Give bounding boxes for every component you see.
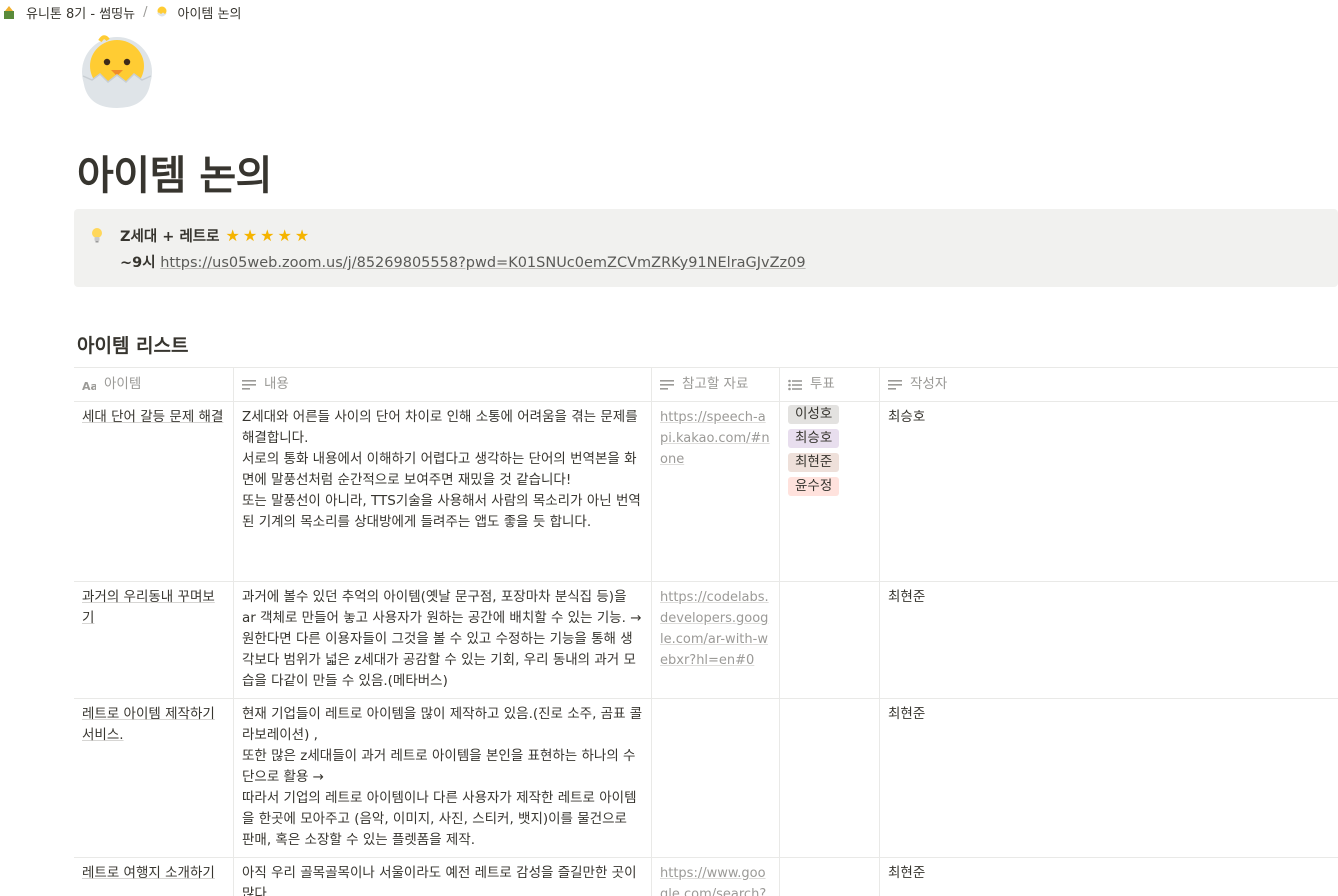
content-cell[interactable]: 아직 우리 골목골목이나 서울이라도 예전 레트로 감성을 즐길만한 곳이 많다…: [234, 858, 652, 896]
content-paragraph: 서로의 통화 내용에서 이해하기 어렵다고 생각하는 단어의 번역본을 화면에 …: [242, 451, 637, 488]
light-bulb-icon: [92, 228, 102, 243]
rating-stars: ★ ★ ★ ★ ★: [225, 225, 310, 245]
page-title[interactable]: 아이템 논의: [77, 143, 272, 201]
content-cell[interactable]: 과거에 볼수 있던 추억의 아이템(옛날 문구점, 포장마차 분식집 등)을 a…: [234, 582, 652, 698]
content-paragraph: Z세대와 어른들 사이의 단어 차이로 인해 소통에 어려움을 겪는 문제를 해…: [242, 409, 638, 446]
hatching-chick-icon: [157, 6, 168, 17]
star-icon: ★: [242, 225, 258, 245]
reference-cell[interactable]: https://www.google.com/search?: [652, 858, 780, 896]
item-title[interactable]: 과거의 우리동내 꾸며보기: [82, 589, 215, 626]
author-cell[interactable]: 최승호: [880, 402, 1338, 581]
star-icon: ★: [294, 225, 310, 245]
vote-tag: 최현준: [788, 453, 840, 472]
vote-cell[interactable]: [780, 699, 880, 857]
content-paragraph: 과거에 볼수 있던 추억의 아이템(옛날 문구점, 포장마차 분식집 등)을 a…: [242, 589, 642, 689]
reference-link[interactable]: https://speech-api.kakao.com/#none: [660, 410, 770, 467]
text-lines-icon: [660, 379, 674, 390]
item-title[interactable]: 레트로 아이템 제작하기 서비스.: [82, 706, 215, 743]
vote-tag: 최승호: [788, 429, 840, 448]
vote-cell[interactable]: [780, 858, 880, 896]
content-cell[interactable]: 현재 기업들이 레트로 아이템을 많이 제작하고 있음.(진로 소주, 곰표 콜…: [234, 699, 652, 857]
item-cell[interactable]: 세대 단어 갈등 문제 해결: [74, 402, 234, 581]
content-paragraph: 또한 많은 z세대들이 과거 레트로 아이템을 본인을 표현하는 하나의 수단으…: [242, 748, 636, 785]
table-row[interactable]: 과거의 우리동내 꾸며보기 과거에 볼수 있던 추억의 아이템(옛날 문구점, …: [74, 581, 1338, 698]
star-icon: ★: [277, 225, 292, 245]
title-aa-icon: Aa: [82, 380, 96, 391]
item-title[interactable]: 세대 단어 갈등 문제 해결: [82, 409, 223, 425]
column-header-author[interactable]: 작성자: [880, 368, 1338, 401]
column-header-label: 내용: [264, 376, 289, 392]
breadcrumb-workspace[interactable]: 유니톤 8기 - 썸띵뉴: [0, 3, 139, 22]
star-icon: ★: [260, 225, 275, 245]
vote-cell[interactable]: 이성호 최승호 최현준 윤수정: [780, 402, 880, 581]
hatching-chick-icon[interactable]: [80, 32, 154, 110]
content-paragraph: 또는 말풍선이 아니라, TTS기술을 사용해서 사람의 목소리가 아닌 번역된…: [242, 493, 641, 530]
text-lines-icon: [888, 379, 902, 390]
table-row[interactable]: 세대 단어 갈등 문제 해결 Z세대와 어른들 사이의 단어 차이로 인해 소통…: [74, 401, 1338, 581]
breadcrumb-workspace-label: 유니톤 8기 - 썸띵뉴: [26, 6, 136, 22]
breadcrumb-page[interactable]: 아이템 논의: [151, 3, 245, 22]
author-cell[interactable]: 최현준: [880, 699, 1338, 857]
item-title[interactable]: 레트로 여행지 소개하기: [82, 865, 215, 881]
column-header-item[interactable]: Aa 아이템: [74, 368, 234, 401]
database-title[interactable]: 아이템 리스트: [77, 331, 189, 358]
item-cell[interactable]: 과거의 우리동내 꾸며보기: [74, 582, 234, 698]
zoom-link[interactable]: https://us05web.zoom.us/j/85269805558?pw…: [160, 255, 805, 271]
column-header-vote[interactable]: 투표: [780, 368, 880, 401]
reference-cell[interactable]: https://speech-api.kakao.com/#none: [652, 402, 780, 581]
vote-tag: 윤수정: [788, 477, 840, 496]
table-row[interactable]: 레트로 여행지 소개하기 아직 우리 골목골목이나 서울이라도 예전 레트로 감…: [74, 857, 1338, 896]
item-cell[interactable]: 레트로 아이템 제작하기 서비스.: [74, 699, 234, 857]
reference-link[interactable]: https://codelabs.developers.google.com/a…: [660, 590, 769, 668]
callout-time: ~9시: [120, 255, 156, 271]
content-paragraph: 아직 우리 골목골목이나 서울이라도 예전 레트로 감성을 즐길만한 곳이 많다…: [242, 865, 637, 896]
content-paragraph: 현재 기업들이 레트로 아이템을 많이 제작하고 있음.(진로 소주, 곰표 콜…: [242, 706, 643, 743]
column-header-label: 참고할 자료: [682, 376, 749, 392]
vote-cell[interactable]: [780, 582, 880, 698]
workspace-icon: [4, 6, 14, 19]
author-cell[interactable]: 최현준: [880, 582, 1338, 698]
breadcrumb: 유니톤 8기 - 썸띵뉴 / 아이템 논의: [0, 0, 245, 24]
reference-link[interactable]: https://www.google.com/search?: [660, 866, 766, 896]
callout-heading: Z세대 + 레트로 ★ ★ ★ ★ ★: [120, 225, 309, 246]
column-header-label: 아이템: [104, 376, 142, 392]
text-lines-icon: [242, 379, 256, 390]
table-header: Aa 아이템 내용 참고할 자료 투표: [74, 367, 1338, 401]
multi-select-list-icon: [788, 379, 802, 390]
svg-text:Aa: Aa: [82, 380, 96, 391]
content-paragraph: 따라서 기업의 레트로 아이템이나 다른 사용자가 제작한 레트로 아이템을 한…: [242, 790, 637, 848]
reference-cell[interactable]: https://codelabs.developers.google.com/a…: [652, 582, 780, 698]
column-header-label: 작성자: [910, 376, 948, 392]
column-header-reference[interactable]: 참고할 자료: [652, 368, 780, 401]
column-header-content[interactable]: 내용: [234, 368, 652, 401]
reference-cell[interactable]: [652, 699, 780, 857]
table-row[interactable]: 레트로 아이템 제작하기 서비스. 현재 기업들이 레트로 아이템을 많이 제작…: [74, 698, 1338, 857]
author-cell[interactable]: 최현준: [880, 858, 1338, 896]
callout-heading-text: Z세대 + 레트로: [120, 229, 220, 245]
star-icon: ★: [225, 225, 240, 245]
breadcrumb-separator: /: [143, 4, 148, 20]
callout-meeting-line: ~9시 https://us05web.zoom.us/j/8526980555…: [120, 251, 806, 272]
callout[interactable]: Z세대 + 레트로 ★ ★ ★ ★ ★ ~9시 https://us05web.…: [74, 209, 1338, 287]
item-cell[interactable]: 레트로 여행지 소개하기: [74, 858, 234, 896]
vote-tag: 이성호: [788, 405, 840, 424]
content-cell[interactable]: Z세대와 어른들 사이의 단어 차이로 인해 소통에 어려움을 겪는 문제를 해…: [234, 402, 652, 581]
column-header-label: 투표: [810, 376, 835, 392]
database-table: Aa 아이템 내용 참고할 자료 투표: [74, 367, 1338, 896]
breadcrumb-page-label: 아이템 논의: [177, 6, 242, 22]
